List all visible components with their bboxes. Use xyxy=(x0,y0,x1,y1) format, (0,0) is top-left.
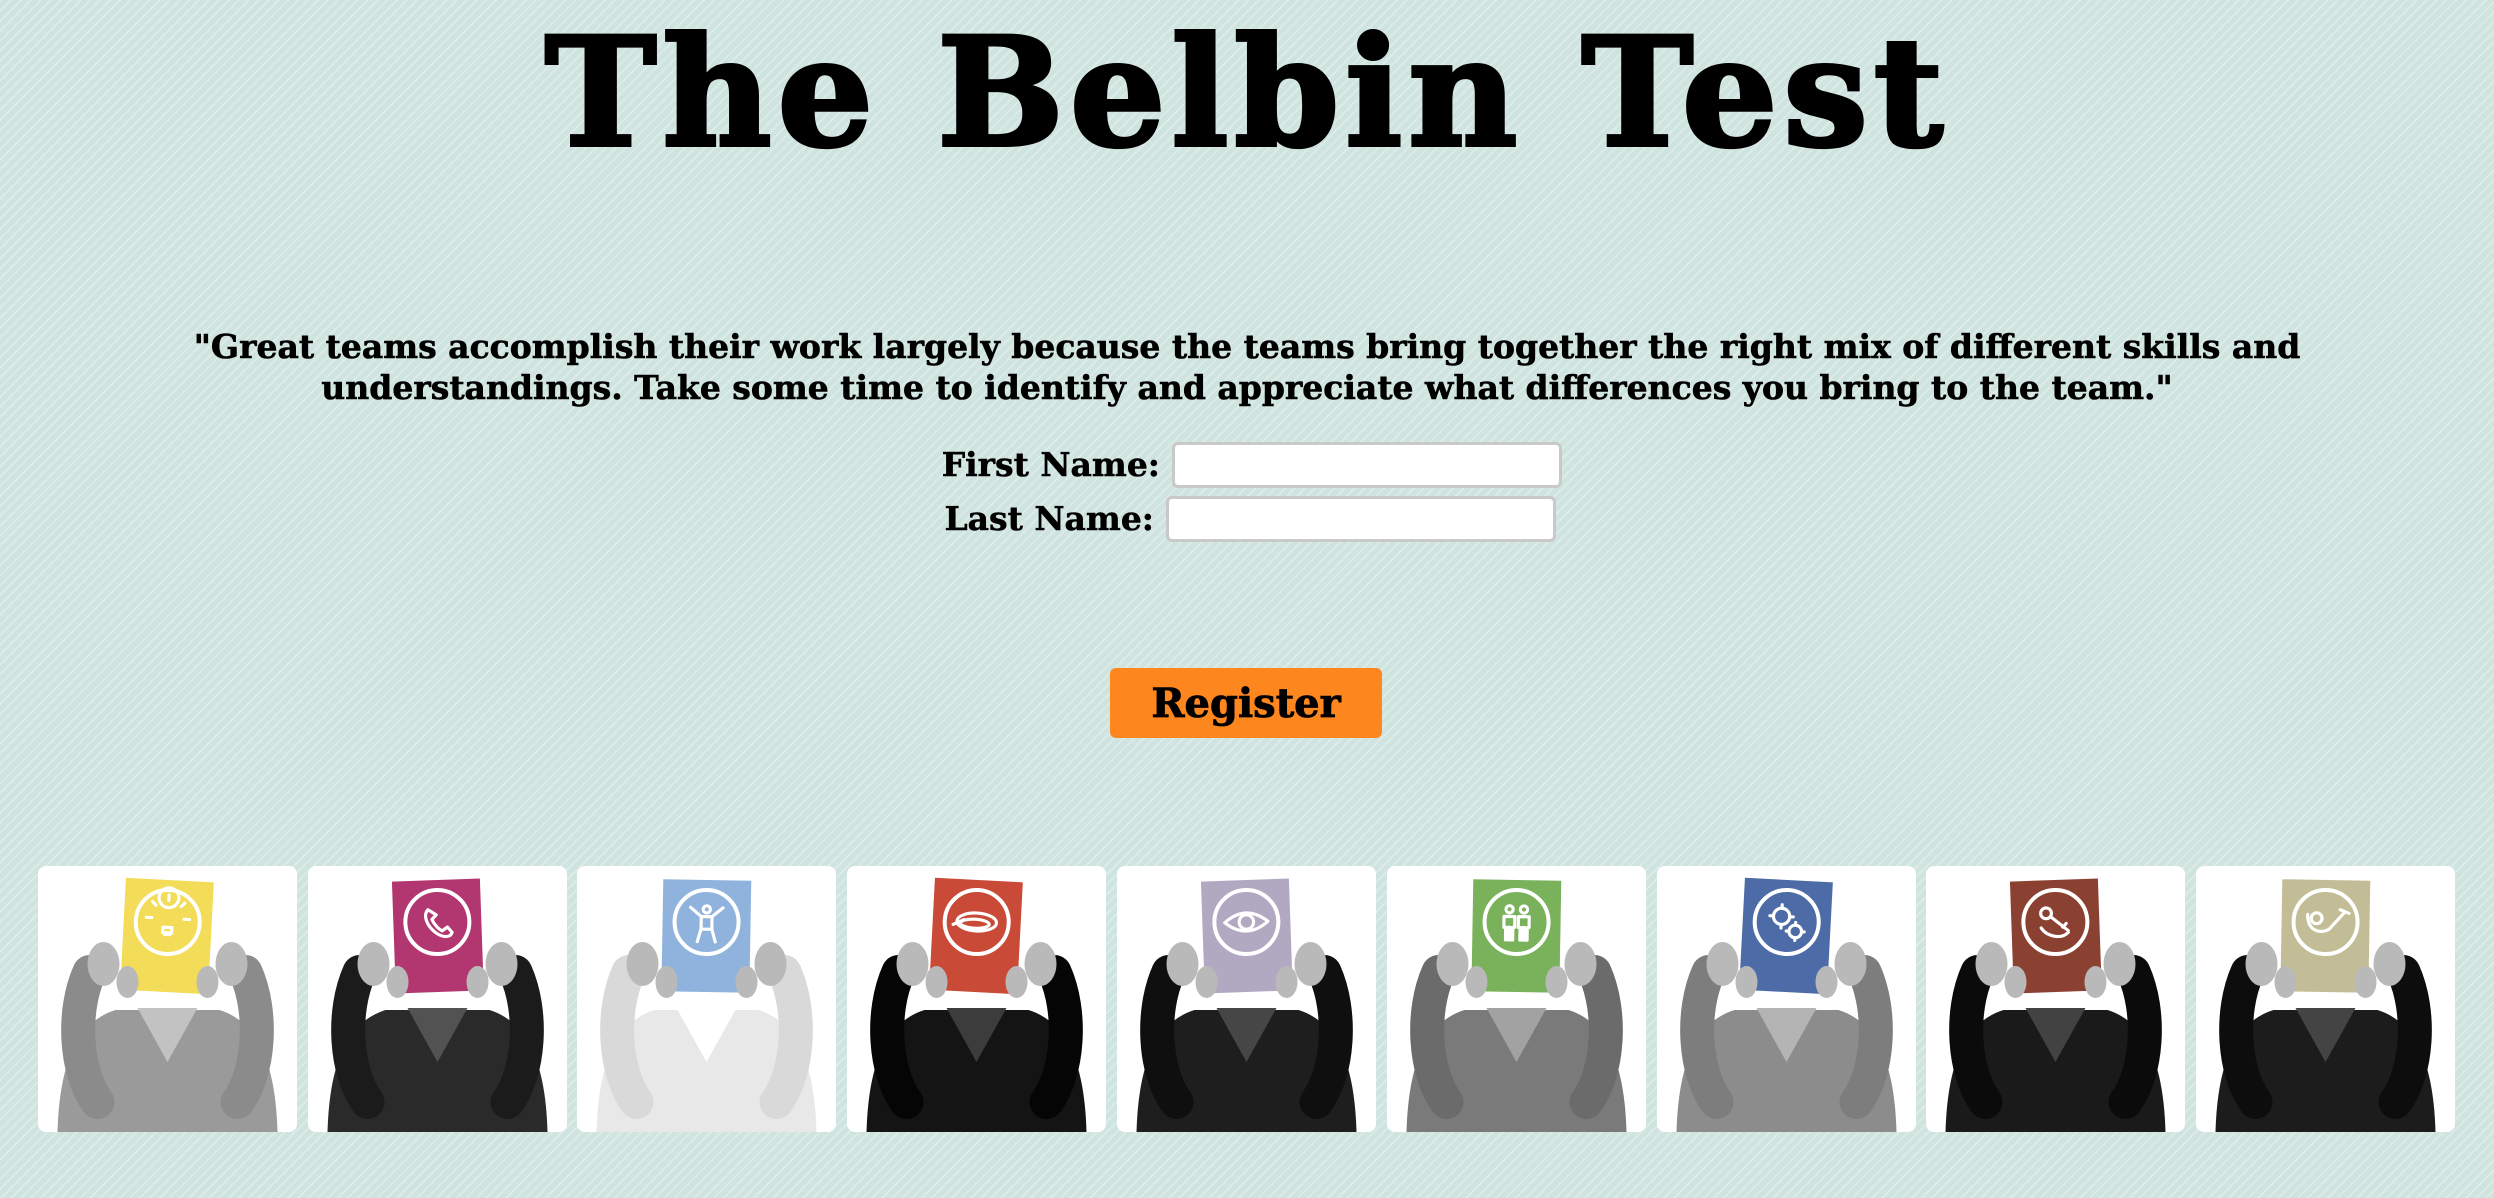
role-card-9 xyxy=(2196,866,2455,1132)
role-card-photo xyxy=(57,877,278,1132)
role-card-3 xyxy=(577,866,836,1132)
role-card-photo xyxy=(2215,879,2436,1132)
last-name-label: Last Name: xyxy=(944,499,1154,539)
role-card-photo xyxy=(1945,878,2166,1132)
role-card-1 xyxy=(38,866,297,1132)
team-role-cards xyxy=(38,866,2458,1132)
role-card-6 xyxy=(1387,866,1646,1132)
role-card-photo xyxy=(866,877,1087,1132)
role-card-8 xyxy=(1926,866,2185,1132)
role-card-2 xyxy=(308,866,567,1132)
role-card-photo xyxy=(1676,877,1897,1132)
role-card-7 xyxy=(1657,866,1916,1132)
first-name-input[interactable] xyxy=(1172,442,1562,488)
role-card-photo xyxy=(596,879,817,1132)
role-card-5 xyxy=(1117,866,1376,1132)
first-name-row: First Name: xyxy=(0,440,2494,490)
role-card-photo xyxy=(327,878,548,1132)
register-button[interactable]: Register xyxy=(1110,668,1382,738)
role-card-4 xyxy=(847,866,1106,1132)
role-card-photo xyxy=(1406,879,1627,1132)
intro-quote: "Great teams accomplish their work large… xyxy=(193,327,2301,408)
role-card-photo xyxy=(1136,878,1357,1132)
last-name-row: Last Name: xyxy=(0,494,2494,544)
last-name-input[interactable] xyxy=(1166,496,1556,542)
first-name-label: First Name: xyxy=(941,445,1160,485)
page-title: The Belbin Test xyxy=(543,5,1950,181)
